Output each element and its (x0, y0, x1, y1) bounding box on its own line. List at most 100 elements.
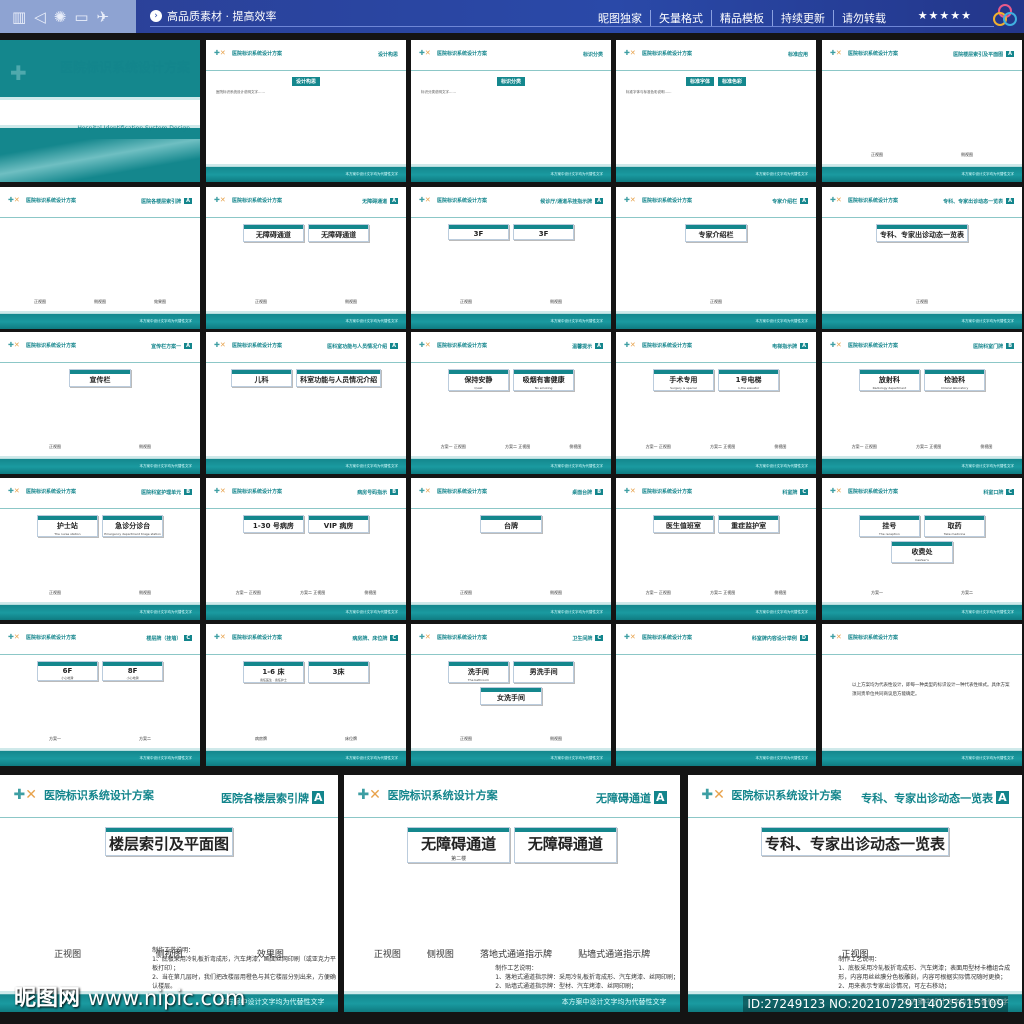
section-title: 病房号码指示 B (357, 489, 398, 496)
footer-text: 本方案中设计文字均为代替性文字 (345, 319, 399, 324)
section-badge: A (184, 343, 192, 350)
sign-text: 无障碍通道 (321, 230, 357, 239)
section-badge: C (800, 489, 808, 496)
sign-subtext: Radiology department (872, 385, 907, 390)
sign-mockup: 医生值班室 (652, 514, 714, 533)
sign-text: 楼层索引及平面图 (108, 835, 229, 854)
sign-mockup: 挂号 The reception (858, 514, 920, 537)
brand-title: 医院标识系统设计方案 (642, 197, 693, 204)
section-badge: A (1006, 51, 1014, 58)
cross-logo-icon: ✚✕ (419, 487, 431, 496)
slide-header: ✚✕ 医院标识系统设计方案 科室牌内容设计举例 D (616, 624, 816, 656)
sign-text: 洗手间 (467, 667, 489, 676)
cross-logo-icon: ✚✕ (214, 49, 226, 58)
sign-text: 专家介绍栏 (698, 230, 734, 239)
section-title: 专科、专家出诊动态一览表 A (943, 198, 1014, 205)
view-captions: 正视图 (832, 299, 1012, 305)
view-caption: 侧视图 (139, 443, 151, 449)
title-band (0, 96, 200, 129)
sign-text: 男洗手间 (529, 667, 558, 676)
section-title: 无障碍通道 A (596, 790, 667, 806)
section-badge: A (996, 791, 1009, 805)
sign-text: 急诊分诊台 (115, 521, 151, 530)
view-caption: 侧视图 (345, 298, 357, 304)
note-line: 制作工艺说明： (838, 955, 881, 963)
slide-body (832, 661, 1012, 738)
footer-text: 本方案中设计文字均为代替性文字 (550, 756, 604, 761)
brand-title: 医院标识系统设计方案 (43, 789, 154, 803)
sign-subtext: 第二楼 (451, 856, 467, 863)
cross-logo-icon: ✚✕ (8, 487, 20, 496)
sign-mockup: 3床 (308, 660, 370, 683)
rocket-icon: ✈ (96, 7, 110, 26)
sign-mockup: 手术专用 Surgery is special (652, 368, 714, 391)
section-label: 科室牌内容设计举例 (751, 635, 797, 642)
slide-body: 设计构思 医院标识系统设计说明文字…… (216, 76, 396, 154)
section-label: 医院各楼层索引牌 (141, 198, 182, 205)
view-caption: 方案一 正视图 (235, 589, 261, 595)
brand-title: 医院标识系统设计方案 (848, 197, 899, 204)
cross-logo-icon: ✚✕ (357, 787, 381, 804)
sign-text: 1-30 号病房 (252, 521, 294, 530)
sign-mockup: 宣传栏 (69, 368, 131, 387)
cross-logo-icon: ✚✕ (624, 487, 636, 496)
section-label: 医院科室门牌 (973, 343, 1004, 350)
sign-mockup: 女洗手间 (480, 686, 542, 705)
section-label: 电梯指示牌 (772, 343, 798, 350)
slide-footer: 本方案中设计文字均为代替性文字 (206, 163, 406, 182)
view-captions: 正视图 侧视图 (832, 152, 1012, 158)
slide-footer: 本方案中设计文字均为代替性文字 (616, 747, 816, 766)
brand-title: 医院标识系统设计方案 (232, 634, 283, 641)
section-title: 候诊厅/通道吊挂指示牌 A (540, 198, 603, 205)
footer-text: 本方案中设计文字均为代替性文字 (139, 610, 193, 615)
cross-logo-icon: ✚✕ (830, 633, 842, 642)
description-text: 标识分类说明文字…… (421, 89, 456, 94)
slide-header: ✚✕ 医院标识系统设计方案 宣传栏方案一 A (0, 332, 200, 364)
brand-title: 医院标识系统设计方案 (437, 488, 488, 495)
slide-footer: 本方案中设计文字均为代替性文字 (0, 310, 200, 329)
brand-title: 医院标识系统设计方案 (26, 488, 77, 495)
footer-text: 本方案中设计文字均为代替性文字 (139, 319, 193, 324)
slide-header: ✚✕ 医院标识系统设计方案 电梯指示牌 A (616, 332, 816, 364)
slide-footer: 本方案中设计文字均为代替性文字 (0, 747, 200, 766)
section-badge: C (1006, 489, 1014, 496)
view-captions: 正视图 侧视图 效果图 (10, 299, 190, 305)
section-title: 楼层牌（挂墙） C (146, 635, 192, 642)
sign-mockup: 1号电梯 1,the elevator (718, 368, 780, 391)
sign-text: 1-6 床 (262, 667, 285, 676)
slide-footer: 本方案中设计文字均为代替性文字 (411, 747, 611, 766)
slide-thumbnail: ✚✕ 医院标识系统设计方案 标识分类 标识分类 标识分类说明文字…… 本方案中设计文字均为… (411, 40, 611, 182)
sign-text: 宣传栏 (89, 375, 111, 384)
view-caption: 正视图 (373, 949, 401, 960)
sign-mockup: 6F 小心地滑 (36, 660, 98, 681)
slide-thumbnail: ✚✕ 医院标识系统设计方案 病房号码指示 B 1-30 号病房 VIP 病房 方案一 正视图… (206, 478, 406, 620)
slide-header: ✚✕ 医院标识系统设计方案 (822, 624, 1022, 656)
view-caption: 效果图 (154, 298, 166, 304)
slide-header: ✚✕ 医院标识系统设计方案 科室牌 C (616, 478, 816, 510)
section-title: 桌面台牌 B (572, 489, 603, 496)
section-label: 无障碍通道 (596, 791, 652, 805)
view-caption: 侧视图 (980, 443, 993, 449)
megaphone-icon: ◁ (34, 7, 46, 26)
section-label: 科室口牌 (983, 489, 1004, 496)
view-captions: 方案一 正视图 方案二 正视图 侧视图 (626, 444, 806, 450)
feature-item: 请勿转载 (833, 10, 894, 26)
view-caption: 侧视图 (774, 589, 787, 595)
slide-body: 宣传栏 (10, 368, 190, 446)
slide-body: 挂号 The reception 取药 Take medicine 收费处 Cashier… (832, 514, 1012, 592)
view-captions: 正视图 侧视图 落地式通道指示牌 贴墙式通道指示牌 (361, 947, 663, 960)
cross-logo-icon: ✚✕ (830, 196, 842, 205)
sign-mockup: 吸烟有害健康 No smoking (513, 368, 575, 391)
slide-thumbnail: ✚✕ 医院标识系统设计方案 科室牌 C 医生值班室 重症监护室 方案一 正视图 方案二 正视图… (616, 478, 816, 620)
slide-body: 专科、专家出诊动态一览表 (705, 827, 1006, 946)
brand-title: 医院标识系统设计方案 (232, 50, 283, 57)
cross-logo-icon: ✚✕ (419, 341, 431, 350)
slide-thumbnail: ✚✕ 医院标识系统设计方案 医院各楼层索引牌 A 正视图 侧视图 效果图 本方案中设计文字均为… (0, 187, 200, 329)
view-captions: 方案一 方案二 (832, 590, 1012, 596)
image-id: ID:27249123 NO:20210729114025615109 (743, 996, 1008, 1012)
slide-body: 3F 3F (421, 223, 601, 301)
sign-mockup: 1-6 床责任医生 · 责任护士 (242, 660, 304, 683)
sign-subtext: No smoking (534, 385, 553, 390)
view-captions: 正视图 侧视图 (216, 299, 396, 305)
footer-text: 本方案中设计文字均为代替性文字 (961, 610, 1015, 615)
